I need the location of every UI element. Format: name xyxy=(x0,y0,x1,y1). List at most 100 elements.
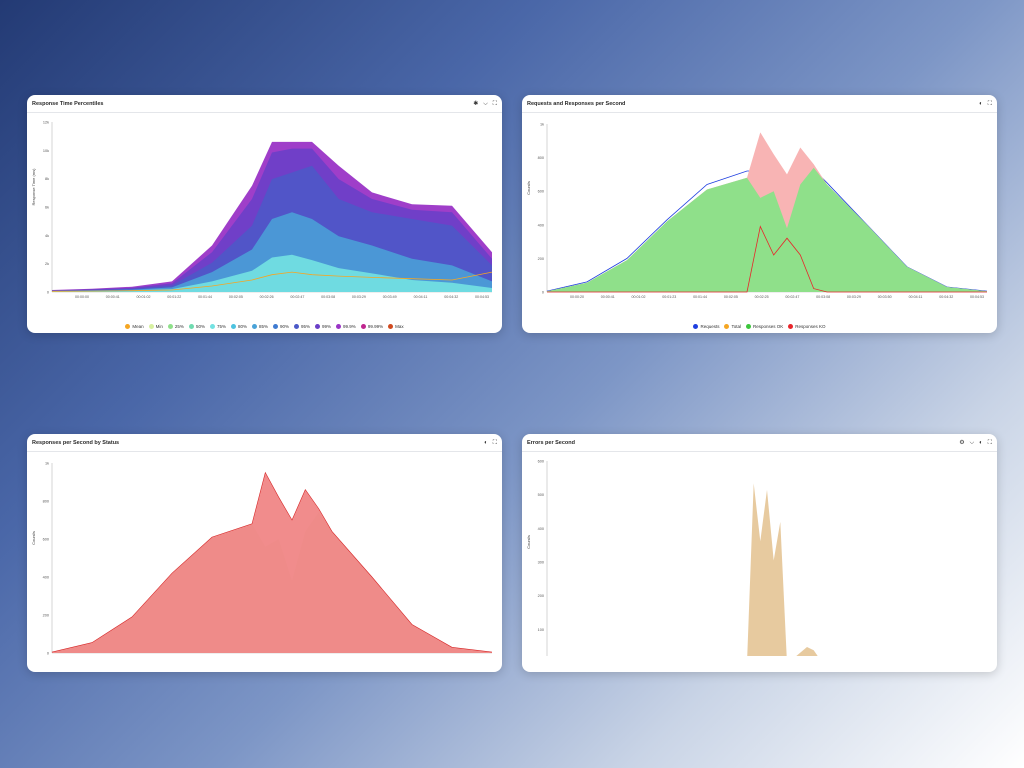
y-tick-label: 100 xyxy=(538,628,544,632)
legend-label: 75% xyxy=(216,324,226,329)
x-tick-label: 00:04:32 xyxy=(939,295,953,299)
x-tick-label: 00:02:47 xyxy=(290,295,304,299)
legend-swatch xyxy=(294,324,300,329)
legend-item[interactable]: 85% xyxy=(251,324,268,329)
settings-icon[interactable]: ⚙ xyxy=(959,440,964,446)
panel-header: Responses per Second by Status ◐ ⛶ xyxy=(27,434,502,452)
errors-per-second-panel: Errors per Second ⚙ ⌵ ◐ ⛶ 01002003004005… xyxy=(522,434,997,672)
panel-title: Errors per Second xyxy=(527,439,575,446)
legend-swatch xyxy=(125,324,131,329)
x-tick-label: 00:04:53 xyxy=(970,295,984,299)
y-axis-label: Count/s xyxy=(31,531,36,545)
legend-item[interactable]: 80% xyxy=(230,324,247,329)
x-tick-label: 00:02:05 xyxy=(724,295,738,299)
x-tick-label: 00:04:11 xyxy=(909,295,923,299)
y-tick-label: 0 xyxy=(542,291,544,295)
response-time-percentiles-panel: Response Time Percentiles ✱ ⌵ ⛶ 0 2k 4k 6k 8… xyxy=(27,95,502,333)
legend-swatch xyxy=(148,324,154,329)
panel-header: Errors per Second ⚙ ⌵ ◐ ⛶ xyxy=(522,434,997,452)
legend-swatch xyxy=(273,324,278,329)
panel-header: Requests and Responses per Second ◐ ⛶ xyxy=(522,95,997,113)
y-tick-label: 0 xyxy=(47,291,49,295)
x-tick-label: 00:02:05 xyxy=(229,295,243,299)
x-tick-label: 00:03:08 xyxy=(321,295,335,299)
panel-tools: ◐ ⛶ xyxy=(484,440,497,446)
fullscreen-icon[interactable]: ⛶ xyxy=(988,101,992,107)
legend-swatch xyxy=(188,324,194,329)
legend-item[interactable]: 50% xyxy=(188,324,205,329)
chart-legend: Requests Total Responses OK Responses KO xyxy=(522,324,997,329)
legend-label: Min xyxy=(155,324,163,329)
x-tick-label: 00:02:47 xyxy=(785,295,799,299)
legend-label: 95% xyxy=(301,324,311,329)
x-tick-label: 00:01:44 xyxy=(693,295,707,299)
responses-by-status-chart[interactable]: 02004006008001k00:00:2000:00:4100:01:020… xyxy=(27,451,502,656)
requests-responses-chart[interactable]: 0 200 400 600 800 1k 00:00:20 00:00:41 00:01:02 0… xyxy=(522,112,997,317)
fullscreen-icon[interactable]: ⛶ xyxy=(493,440,497,446)
panel-header: Response Time Percentiles ✱ ⌵ ⛶ xyxy=(27,95,502,113)
legend-item[interactable]: Requests xyxy=(693,324,719,329)
legend-label: 50% xyxy=(195,324,205,329)
x-tick-label: 00:01:44 xyxy=(198,295,212,299)
legend-item[interactable]: 95% xyxy=(294,324,310,329)
settings-icon[interactable]: ✱ xyxy=(473,101,478,107)
y-tick-label: 300 xyxy=(538,561,544,565)
y-tick-label: 12k xyxy=(43,121,49,125)
y-tick-label: 800 xyxy=(43,500,49,504)
legend-item[interactable]: Min xyxy=(148,324,163,329)
theme-toggle-icon[interactable]: ◐ xyxy=(979,440,983,446)
theme-toggle-icon[interactable]: ◐ xyxy=(484,440,488,446)
y-tick-label: 0 xyxy=(47,652,49,656)
chevron-down-icon[interactable]: ⌵ xyxy=(970,440,975,446)
legend-item[interactable]: Responses OK xyxy=(746,324,783,329)
x-tick-label: 00:03:29 xyxy=(352,295,366,299)
fullscreen-icon[interactable]: ⛶ xyxy=(988,440,992,446)
x-tick-label: 00:01:02 xyxy=(632,295,646,299)
legend-swatch xyxy=(167,324,173,329)
chart-legend: Mean Min 25% 50% 75% 80% 85% 90% 95% 99% 99.9% 99.9… xyxy=(27,324,502,329)
y-tick-label: 1k xyxy=(540,123,544,127)
x-tick-label: 00:01:22 xyxy=(167,295,181,299)
y-tick-label: 600 xyxy=(43,538,49,542)
legend-label: 99% xyxy=(322,324,332,329)
y-tick-label: 400 xyxy=(538,223,544,227)
panel-title: Responses per Second by Status xyxy=(32,439,120,446)
errors-per-second-chart[interactable]: 010020030040050060000:00:2000:00:4100:01… xyxy=(522,451,997,656)
y-tick-label: 400 xyxy=(43,576,49,580)
x-tick-label: 00:00:00 xyxy=(75,295,89,299)
legend-label: 80% xyxy=(237,324,247,329)
panel-tools: ⚙ ⌵ ◐ ⛶ xyxy=(959,440,992,446)
legend-item[interactable]: Responses KO xyxy=(788,324,826,329)
legend-swatch xyxy=(388,324,394,329)
fullscreen-icon[interactable]: ⛶ xyxy=(493,101,497,107)
panel-tools: ◐ ⛶ xyxy=(979,101,992,107)
y-tick-label: 200 xyxy=(538,257,544,261)
y-axis-label: Count/s xyxy=(526,535,531,549)
legend-item[interactable]: 99% xyxy=(315,324,331,329)
legend-label: 90% xyxy=(280,324,290,329)
legend-item[interactable]: 25% xyxy=(167,324,184,329)
y-tick-label: 2k xyxy=(45,262,49,266)
legend-swatch xyxy=(315,324,321,329)
x-tick-label: 00:00:20 xyxy=(570,295,584,299)
theme-toggle-icon[interactable]: ◐ xyxy=(979,101,983,107)
legend-item[interactable]: 99.9% xyxy=(336,324,356,329)
y-tick-label: 1k xyxy=(45,462,49,466)
legend-item[interactable]: 90% xyxy=(273,324,289,329)
legend-item[interactable]: Max xyxy=(388,324,404,329)
x-tick-label: 00:03:50 xyxy=(878,295,892,299)
legend-item[interactable]: 99.99% xyxy=(360,324,383,329)
legend-item[interactable]: 75% xyxy=(209,324,226,329)
legend-item[interactable]: Total xyxy=(724,324,741,329)
panel-title: Response Time Percentiles xyxy=(32,100,104,107)
y-tick-label: 200 xyxy=(538,594,544,598)
legend-item[interactable]: Mean xyxy=(125,324,144,329)
x-tick-label: 00:04:32 xyxy=(444,295,458,299)
response-time-chart[interactable]: 0 2k 4k 6k 8k 10k 12k 00:00:00 00:00:41 00:01:02 0… xyxy=(27,112,502,317)
chevron-down-icon[interactable]: ⌵ xyxy=(483,101,488,107)
legend-label: Max xyxy=(395,324,404,329)
x-tick-label: 00:03:08 xyxy=(816,295,830,299)
y-tick-label: 6k xyxy=(45,206,49,210)
panel-title: Requests and Responses per Second xyxy=(527,100,626,107)
x-tick-label: 00:04:11 xyxy=(414,295,428,299)
